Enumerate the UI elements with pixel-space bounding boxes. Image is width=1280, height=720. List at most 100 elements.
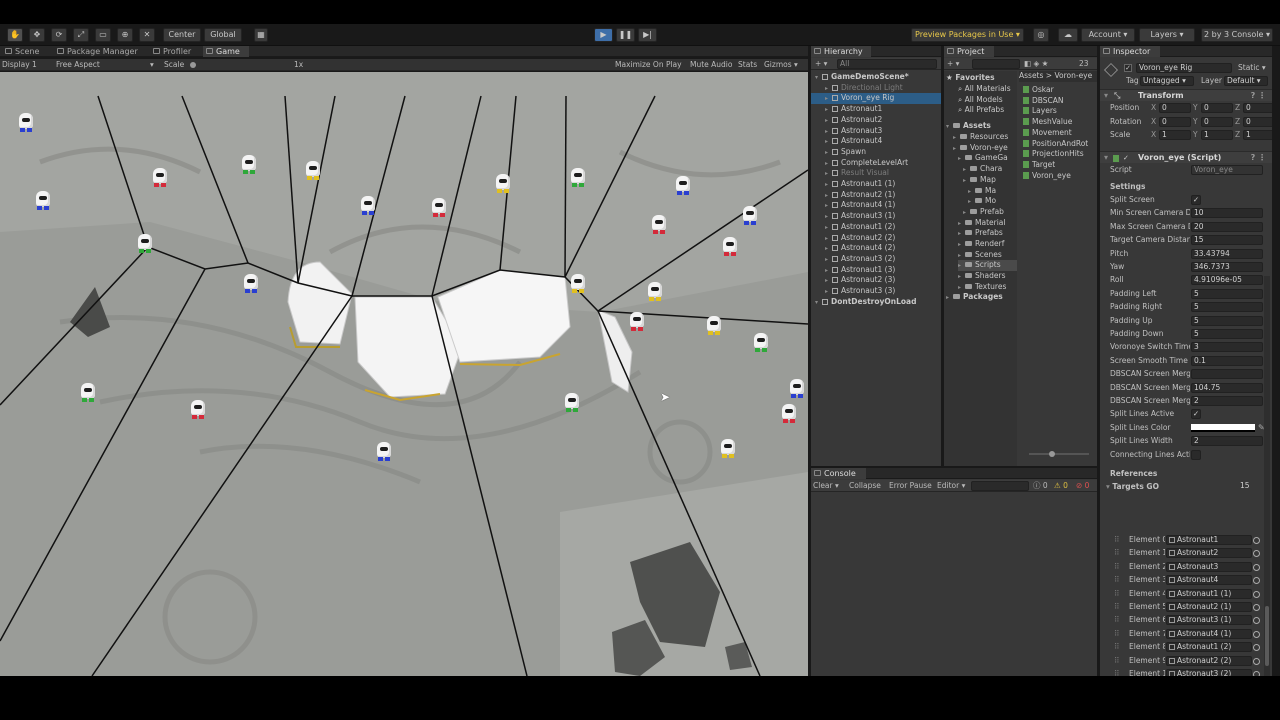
project-folder[interactable]: ▸ Scripts xyxy=(958,260,1017,272)
expand-arrow-icon[interactable]: ▸ xyxy=(825,84,832,94)
rotation-z-field[interactable]: 0 xyxy=(1243,116,1272,127)
expand-arrow-icon[interactable]: ▸ xyxy=(825,137,832,147)
hierarchy-item[interactable]: ▸ Astronaut2 (2) xyxy=(811,233,941,244)
expand-arrow-icon[interactable]: ▸ xyxy=(825,276,832,286)
expand-arrow-icon[interactable]: ▸ xyxy=(825,266,832,276)
rotate-tool-icon[interactable]: ⟳ xyxy=(51,28,67,42)
astronaut[interactable] xyxy=(788,375,806,399)
element-object-field[interactable]: Astronaut4 xyxy=(1166,575,1252,586)
rotation-x-field[interactable]: 0 xyxy=(1159,116,1191,127)
collapse-toggle[interactable]: Collapse xyxy=(849,480,881,492)
maximize-on-play-toggle[interactable]: Maximize On Play xyxy=(615,59,682,71)
tab-game[interactable]: Game xyxy=(203,46,249,57)
element-object-field[interactable]: Astronaut1 (2) xyxy=(1166,642,1252,653)
expand-arrow-icon[interactable]: ▸ xyxy=(953,133,960,143)
scale-x-label[interactable]: X xyxy=(1151,130,1156,140)
active-checkbox[interactable]: ✓ xyxy=(1124,64,1132,72)
element-object-field[interactable]: Astronaut4 (1) xyxy=(1166,628,1252,639)
target-element-row[interactable]: ⠿ Element 10 Astronaut3 (2) xyxy=(1100,669,1264,676)
target-element-row[interactable]: ⠿ Element 9 Astronaut2 (2) xyxy=(1100,655,1264,667)
project-file[interactable]: Voron_eye xyxy=(1023,171,1097,182)
hand-tool-icon[interactable]: ✋ xyxy=(7,28,23,42)
astronaut[interactable] xyxy=(189,396,207,420)
target-element-row[interactable]: ⠿ Element 1 Astronaut2 xyxy=(1100,548,1264,559)
move-tool-icon[interactable]: ✥ xyxy=(29,28,45,42)
element-object-field[interactable]: Astronaut3 xyxy=(1166,561,1252,572)
mute-audio-toggle[interactable]: Mute Audio xyxy=(690,59,732,71)
setting-value-field[interactable] xyxy=(1191,369,1263,380)
expand-arrow-icon[interactable]: ▸ xyxy=(963,165,970,175)
drag-handle-icon[interactable]: ⠿ xyxy=(1114,548,1120,558)
project-file[interactable]: PositionAndRot xyxy=(1023,139,1097,150)
project-folder[interactable]: ▸ Ma xyxy=(968,186,1017,197)
hierarchy-item[interactable]: ▸ Result Visual xyxy=(811,168,941,179)
clear-button[interactable]: Clear ▾ xyxy=(813,480,839,492)
element-object-field[interactable]: Astronaut3 (2) xyxy=(1166,669,1252,676)
position-z-label[interactable]: Z xyxy=(1235,103,1240,113)
element-object-field[interactable]: Astronaut1 xyxy=(1166,535,1252,545)
expand-arrow-icon[interactable]: ▸ xyxy=(825,116,832,126)
setting-value-field[interactable]: 5 xyxy=(1191,288,1263,299)
object-picker-icon[interactable] xyxy=(1253,604,1260,611)
account-dropdown[interactable]: Account ▾ xyxy=(1081,28,1135,42)
drag-handle-icon[interactable]: ⠿ xyxy=(1114,629,1120,639)
hierarchy-item[interactable]: ▸ Voron_eye Rig xyxy=(811,93,941,105)
element-object-field[interactable]: Astronaut2 xyxy=(1166,548,1252,559)
hierarchy-item[interactable]: ▸ Astronaut2 xyxy=(811,115,941,126)
zoom-slider[interactable] xyxy=(1029,451,1089,457)
hierarchy-item[interactable]: ▸ Astronaut1 xyxy=(811,104,941,115)
add-object-button[interactable]: + ▾ xyxy=(815,58,827,70)
expand-arrow-icon[interactable]: ▸ xyxy=(963,176,970,186)
expand-arrow-icon[interactable]: ▸ xyxy=(825,94,832,104)
hierarchy-item[interactable]: ▸ Spawn xyxy=(811,147,941,158)
aspect-dropdown[interactable]: Free Aspect ▾ xyxy=(56,59,158,71)
astronaut[interactable] xyxy=(359,192,377,216)
project-file[interactable]: Oskar xyxy=(1023,85,1097,96)
astronaut[interactable] xyxy=(721,233,739,257)
project-folder[interactable]: ▸ Voron-eye xyxy=(953,143,1017,154)
drag-handle-icon[interactable]: ⠿ xyxy=(1114,535,1120,545)
script-component-header[interactable]: ▾ ✓ Voron_eye (Script)? ⋮ xyxy=(1100,151,1272,163)
setting-value-field[interactable]: 3 xyxy=(1191,342,1263,353)
astronaut[interactable] xyxy=(240,151,258,175)
project-folder[interactable]: ▸ Scenes xyxy=(958,250,1017,261)
scale-z-field[interactable]: 1 xyxy=(1243,130,1272,140)
editor-dropdown[interactable]: Editor ▾ xyxy=(937,480,965,492)
tab-inspector[interactable]: Inspector xyxy=(1100,46,1160,57)
object-picker-icon[interactable] xyxy=(1253,617,1260,625)
hierarchy-item[interactable]: ▸ Directional Light xyxy=(811,83,941,94)
position-y-label[interactable]: Y xyxy=(1193,103,1198,113)
setting-value-field[interactable]: 5 xyxy=(1191,302,1263,313)
inspector-scrollbar[interactable] xyxy=(1264,276,1270,676)
setting-checkbox[interactable]: ✓ xyxy=(1191,409,1201,420)
scale-slider[interactable] xyxy=(190,59,280,71)
error-count[interactable]: ⊘ 0 xyxy=(1076,480,1089,492)
expand-arrow-icon[interactable]: ▾ xyxy=(815,73,822,83)
layer-dropdown[interactable]: Default ▾ xyxy=(1224,76,1268,86)
component-menu-icon[interactable]: ? ⋮ xyxy=(1251,90,1266,102)
setting-value-field[interactable]: 5 xyxy=(1191,315,1263,326)
position-y-field[interactable]: 0 xyxy=(1201,103,1233,113)
project-folder[interactable]: ▸ Textures xyxy=(958,282,1017,293)
drag-handle-icon[interactable]: ⠿ xyxy=(1114,615,1120,625)
astronaut[interactable] xyxy=(674,172,692,196)
hierarchy-item[interactable]: ▸ Astronaut2 (1) xyxy=(811,190,941,201)
favorite-item[interactable]: ⌕ All Models xyxy=(958,95,1017,106)
component-menu-icon[interactable]: ? ⋮ xyxy=(1251,152,1266,164)
step-button[interactable]: ▶| xyxy=(638,28,657,42)
expand-arrow-icon[interactable]: ▸ xyxy=(825,148,832,158)
expand-arrow-icon[interactable]: ▸ xyxy=(958,272,965,282)
project-folder[interactable]: ▸ Material xyxy=(958,218,1017,229)
pivot-global-button[interactable]: Global xyxy=(204,28,242,42)
transform-header[interactable]: ▾ ⤡ Transform? ⋮ xyxy=(1100,89,1272,101)
targets-count[interactable]: 15 xyxy=(1238,482,1266,492)
hierarchy-item[interactable]: ▾ GameDemoScene* xyxy=(811,72,941,83)
setting-value-field[interactable]: 2 xyxy=(1191,436,1263,447)
drag-handle-icon[interactable]: ⠿ xyxy=(1114,642,1120,652)
rotation-x-label[interactable]: X xyxy=(1151,117,1156,127)
setting-value-field[interactable]: 2 xyxy=(1191,396,1263,406)
hierarchy-item[interactable]: ▸ Astronaut1 (2) xyxy=(811,222,941,233)
expand-arrow-icon[interactable]: ▸ xyxy=(968,187,975,197)
project-file[interactable]: Movement xyxy=(1023,128,1097,139)
expand-arrow-icon[interactable]: ▸ xyxy=(958,251,965,261)
